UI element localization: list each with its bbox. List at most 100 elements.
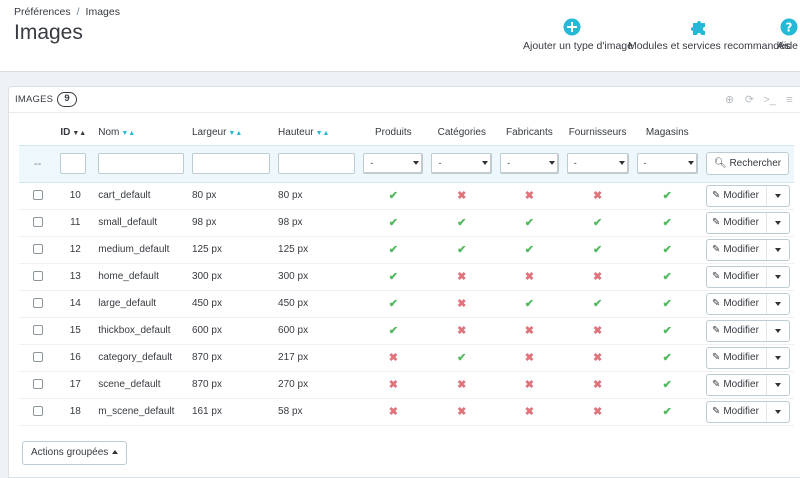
cross-icon[interactable]: ✖ — [457, 325, 466, 337]
cross-icon[interactable]: ✖ — [525, 379, 534, 391]
cross-icon[interactable]: ✖ — [457, 190, 466, 202]
row-actions-dropdown-toggle[interactable] — [767, 321, 789, 341]
filter-height-input[interactable] — [278, 153, 356, 174]
cross-icon[interactable]: ✖ — [525, 325, 534, 337]
sort-arrows-icon[interactable]: ▼▲ — [316, 130, 330, 137]
filter-suppliers-select[interactable]: - — [566, 153, 629, 174]
filter-products-select[interactable]: - — [363, 153, 424, 174]
column-header-height[interactable]: Hauteur ▼▲ — [274, 121, 359, 145]
check-icon[interactable]: ✔ — [593, 217, 602, 229]
bulk-actions-button[interactable]: Actions groupées — [22, 441, 128, 465]
cross-icon[interactable]: ✖ — [525, 190, 534, 202]
sort-arrows-icon[interactable]: ▼▲ — [121, 130, 135, 137]
check-icon[interactable]: ✔ — [663, 406, 672, 418]
check-icon[interactable]: ✔ — [663, 190, 672, 202]
search-button[interactable]: 🔍︎ Rechercher — [705, 152, 790, 175]
row-actions-dropdown-toggle[interactable] — [767, 240, 789, 260]
filter-stores-select[interactable]: - — [636, 153, 698, 174]
check-icon[interactable]: ✔ — [663, 244, 672, 256]
check-icon[interactable]: ✔ — [389, 217, 398, 229]
cross-icon[interactable]: ✖ — [593, 379, 602, 391]
cross-icon[interactable]: ✖ — [457, 379, 466, 391]
check-icon[interactable]: ✔ — [593, 298, 602, 310]
row-checkbox[interactable] — [32, 298, 43, 309]
modify-button[interactable]: ✎ Modifier — [707, 239, 767, 260]
check-icon[interactable]: ✔ — [525, 244, 534, 256]
row-actions-dropdown-toggle[interactable] — [767, 348, 789, 368]
row-actions-dropdown-toggle[interactable] — [767, 375, 789, 395]
modify-button[interactable]: ✎ Modifier — [707, 374, 767, 395]
cross-icon[interactable]: ✖ — [525, 352, 534, 364]
cross-icon[interactable]: ✖ — [593, 271, 602, 283]
breadcrumb-parent-link[interactable]: Préférences — [14, 6, 71, 18]
check-icon[interactable]: ✔ — [663, 271, 672, 283]
modify-button[interactable]: ✎ Modifier — [707, 293, 767, 314]
check-icon[interactable]: ✔ — [389, 271, 398, 283]
row-checkbox[interactable] — [32, 352, 43, 363]
column-header-name[interactable]: Nom ▼▲ — [94, 121, 188, 145]
cell-categories: ✖ — [427, 371, 497, 399]
row-checkbox[interactable] — [32, 217, 43, 228]
cross-icon[interactable]: ✖ — [593, 190, 602, 202]
row-actions-dropdown-toggle[interactable] — [767, 402, 789, 422]
row-actions-dropdown-toggle[interactable] — [767, 213, 789, 233]
modify-button[interactable]: ✎ Modifier — [707, 185, 767, 206]
row-checkbox[interactable] — [32, 379, 43, 390]
check-icon[interactable]: ✔ — [663, 325, 672, 337]
modify-button[interactable]: ✎ Modifier — [707, 401, 767, 422]
check-icon[interactable]: ✔ — [389, 325, 398, 337]
row-actions-dropdown-toggle[interactable] — [767, 186, 789, 206]
row-actions-dropdown-toggle[interactable] — [767, 267, 789, 287]
row-checkbox[interactable] — [32, 325, 43, 336]
column-header-width[interactable]: Largeur ▼▲ — [188, 121, 274, 145]
filter-categories-select[interactable]: - — [431, 153, 493, 174]
check-icon[interactable]: ✔ — [389, 298, 398, 310]
add-new-icon[interactable]: ⊕ — [720, 92, 739, 108]
check-icon[interactable]: ✔ — [593, 244, 602, 256]
cross-icon[interactable]: ✖ — [389, 352, 398, 364]
check-icon[interactable]: ✔ — [663, 352, 672, 364]
row-checkbox[interactable] — [32, 271, 43, 282]
row-checkbox[interactable] — [32, 244, 43, 255]
sort-arrows-icon[interactable]: ▼▲ — [228, 130, 242, 137]
filter-width-input[interactable] — [191, 153, 271, 174]
refresh-icon[interactable]: ⟳ — [740, 92, 759, 108]
filter-id-input[interactable] — [60, 153, 87, 174]
check-icon[interactable]: ✔ — [525, 298, 534, 310]
check-icon[interactable]: ✔ — [389, 190, 398, 202]
cross-icon[interactable]: ✖ — [525, 406, 534, 418]
check-icon[interactable]: ✔ — [663, 298, 672, 310]
cross-icon[interactable]: ✖ — [593, 325, 602, 337]
cross-icon[interactable]: ✖ — [457, 271, 466, 283]
cross-icon[interactable]: ✖ — [457, 406, 466, 418]
check-icon[interactable]: ✔ — [663, 217, 672, 229]
cross-icon[interactable]: ✖ — [457, 298, 466, 310]
check-icon[interactable]: ✔ — [389, 244, 398, 256]
row-checkbox[interactable] — [32, 406, 43, 417]
row-checkbox[interactable] — [32, 190, 43, 201]
cross-icon[interactable]: ✖ — [593, 406, 602, 418]
help-button[interactable]: ? Aide — [777, 18, 800, 52]
modify-button[interactable]: ✎ Modifier — [707, 320, 767, 341]
recommended-modules-button[interactable]: Modules et services recommandés — [628, 18, 790, 52]
column-header-id[interactable]: ID ▼▲ — [56, 121, 94, 145]
check-icon[interactable]: ✔ — [457, 244, 466, 256]
check-icon[interactable]: ✔ — [525, 217, 534, 229]
add-image-type-button[interactable]: Ajouter un type d'image — [523, 18, 633, 52]
sort-arrows-icon[interactable]: ▼▲ — [72, 130, 86, 137]
cross-icon[interactable]: ✖ — [593, 352, 602, 364]
check-icon[interactable]: ✔ — [457, 217, 466, 229]
modify-button[interactable]: ✎ Modifier — [707, 212, 767, 233]
filter-name-input[interactable] — [98, 153, 184, 174]
filter-manufacturers-select[interactable]: - — [500, 153, 559, 174]
terminal-icon[interactable]: >_ — [760, 92, 779, 108]
cross-icon[interactable]: ✖ — [525, 271, 534, 283]
database-icon[interactable]: ≡ — [780, 92, 799, 108]
modify-button[interactable]: ✎ Modifier — [707, 347, 767, 368]
row-actions-dropdown-toggle[interactable] — [767, 294, 789, 314]
cross-icon[interactable]: ✖ — [389, 379, 398, 391]
check-icon[interactable]: ✔ — [457, 352, 466, 364]
check-icon[interactable]: ✔ — [663, 379, 672, 391]
modify-button[interactable]: ✎ Modifier — [707, 266, 767, 287]
cross-icon[interactable]: ✖ — [389, 406, 398, 418]
